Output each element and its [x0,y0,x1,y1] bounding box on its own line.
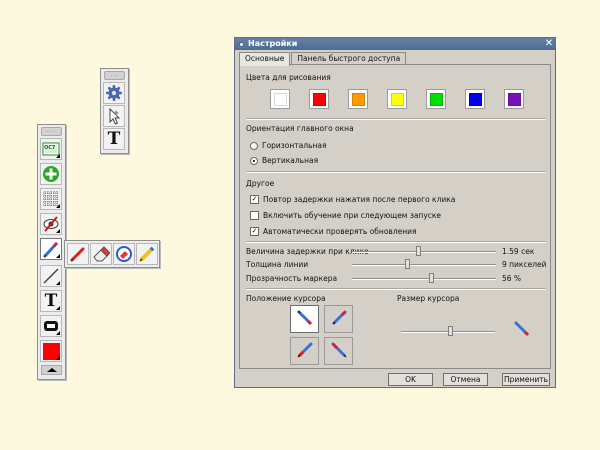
slider-value: 56 % [502,274,522,283]
hide-button[interactable] [40,213,62,235]
color-fill [429,92,443,106]
orientation-horizontal-radio[interactable]: Горизонтальная [250,141,326,150]
green-plus-icon [42,165,60,183]
other-section-title: Другое [246,179,275,188]
divider [246,118,546,120]
color-swatch-5[interactable] [426,89,446,109]
slider-label: Прозрачность маркера [246,274,338,283]
eraser-clear-icon [115,245,133,263]
color-fill [468,92,482,106]
radio-label: Горизонтальная [262,141,327,150]
slider-value: 1.59 сек [502,247,535,256]
divider [246,171,546,173]
cursor-position-top-left[interactable] [290,305,319,333]
checkbox-label: Включить обучение при следующем запуске [263,211,442,220]
marker-cursor-icon [512,321,532,341]
grid-button[interactable] [40,188,62,210]
add-button[interactable] [40,163,62,185]
cursor-size-slider-thumb[interactable] [447,326,453,336]
text-tool-button[interactable]: T [40,290,62,312]
shape-button[interactable] [40,315,62,337]
repeat-delay-checkbox[interactable]: ✓ Повтор задержки нажатия после первого к… [250,195,455,204]
tab-strip: Основные Панель быстрого доступа [239,52,407,66]
cursor-position-title: Положение курсора [246,294,326,303]
settings-title-icon [238,40,245,48]
marker-cursor-icon [329,340,349,362]
clear-button[interactable] [113,243,135,265]
checkbox-label: Автоматически проверять обновления [263,227,417,236]
ok-button[interactable]: OK [388,373,433,386]
slider-value: 9 пикселей [502,260,547,269]
screenshot-label: OC7 [44,145,56,151]
collapse-arrow-icon[interactable] [41,365,62,375]
color-fill [507,92,521,106]
line-width-slider-thumb[interactable] [404,259,410,269]
cursor-position-bottom-right[interactable] [324,337,353,365]
slider-label: Величина задержки при клике [246,247,369,256]
click-delay-slider-track[interactable] [352,251,496,253]
orientation-vertical-radio[interactable]: Вертикальная [250,156,318,165]
line-width-slider-track[interactable] [352,264,496,266]
divider [246,241,546,243]
cursor-position-top-right[interactable] [324,305,353,333]
cursor-position-bottom-left[interactable] [290,337,319,365]
dialog-title: Настройки [248,39,298,48]
pencil-icon [138,245,156,263]
color-button[interactable] [40,340,62,362]
slider-label: Толщина линии [246,260,309,269]
toolbar-grip[interactable]: .... [41,127,62,136]
color-fill [390,92,404,106]
divider [246,288,546,290]
line-button[interactable] [40,265,62,287]
color-swatch-7[interactable] [504,89,524,109]
marker-opacity-slider-thumb[interactable] [429,273,435,283]
marker-cursor-icon [295,340,315,362]
click-delay-slider-thumb[interactable] [416,246,422,256]
tutorial-checkbox[interactable]: Включить обучение при следующем запуске [250,211,441,220]
tab-general[interactable]: Основные [239,52,291,66]
color-swatch-4[interactable] [387,89,407,109]
settings-button[interactable] [103,82,125,104]
color-swatch-6[interactable] [465,89,485,109]
marker-cursor-icon [329,308,349,330]
auto-update-checkbox[interactable]: ✓ Автоматически проверять обновления [250,227,417,236]
pointer-button[interactable] [103,105,125,127]
text-button[interactable]: T [103,128,125,150]
screenshot-button[interactable]: OC7 [40,138,62,160]
text-icon: T [107,129,121,149]
color-fill [351,92,365,106]
quick-toolbar: ... T [100,68,129,154]
apply-button[interactable]: Применить [502,373,550,386]
checkbox-label: Повтор задержки нажатия после первого кл… [263,195,456,204]
color-swatch-2[interactable] [309,89,329,109]
eraser-button[interactable] [90,243,112,265]
pen-icon [69,245,87,263]
eraser-icon [92,245,110,263]
marker-opacity-slider-track[interactable] [352,278,496,280]
dialog-titlebar[interactable]: Настройки ✕ [235,38,555,50]
color-fill [312,92,326,106]
pen-button[interactable] [67,243,89,265]
toolbar-grip[interactable]: ... [104,71,125,80]
cancel-button[interactable]: Отмена [443,373,488,386]
cursor-size-preview [512,319,532,341]
close-icon[interactable]: ✕ [543,38,555,50]
cursor-size-title: Размер курсора [397,294,460,303]
marker-flyout [64,240,160,268]
gear-icon [105,84,123,102]
main-toolbar: .... OC7 T [37,124,66,380]
orientation-section-title: Ориентация главного окна [246,124,354,133]
marker-button[interactable] [40,238,62,260]
general-panel: Цвета для рисования Ориентация главного … [239,64,551,369]
settings-dialog: Настройки ✕ Основные Панель быстрого дос… [234,37,556,388]
pencil-button[interactable] [136,243,158,265]
color-fill [273,92,287,106]
radio-label: Вертикальная [262,156,319,165]
color-swatch-1[interactable] [270,89,290,109]
marker-cursor-icon [295,308,315,330]
colors-section-title: Цвета для рисования [246,73,331,82]
color-swatch-3[interactable] [348,89,368,109]
cursor-arrow-icon [105,107,123,125]
